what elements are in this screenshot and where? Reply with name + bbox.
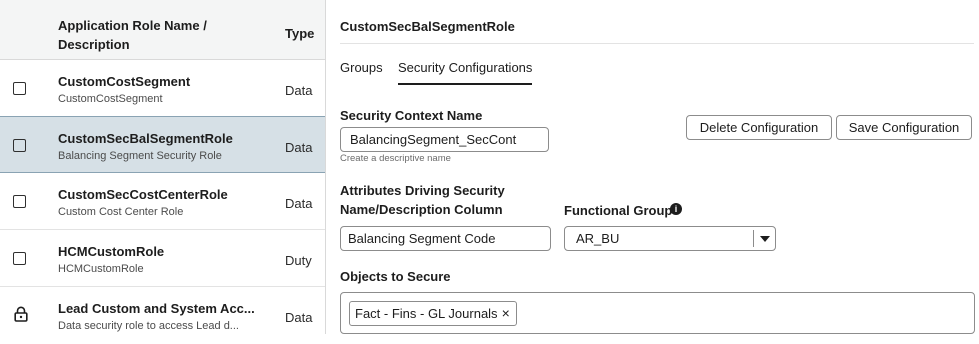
role-type: Data (285, 196, 313, 211)
role-name: HCMCustomRole (58, 244, 165, 259)
role-description: Data security role to access Lead d... (58, 320, 239, 332)
close-icon[interactable]: × (502, 302, 510, 325)
role-name: Lead Custom and System Acc... (58, 301, 255, 316)
attributes-section-label: Attributes Driving Security (340, 183, 505, 198)
table-header: Application Role Name / Description Type (0, 0, 325, 60)
info-icon[interactable]: i (670, 203, 682, 215)
object-chip-label: Fact - Fins - GL Journals (355, 306, 498, 321)
functional-group-value: AR_BU (576, 231, 620, 246)
save-configuration-button[interactable]: Save Configuration (836, 115, 972, 140)
object-chip: Fact - Fins - GL Journals × (349, 301, 517, 326)
roles-table: Application Role Name / Description Type… (0, 0, 326, 344)
role-description: Balancing Segment Security Role (58, 150, 222, 162)
role-type: Data (285, 83, 313, 98)
delete-configuration-button[interactable]: Delete Configuration (686, 115, 832, 140)
tab-groups[interactable]: Groups (340, 60, 383, 83)
objects-to-secure-label: Objects to Secure (340, 269, 451, 284)
role-name: CustomCostSegment (58, 74, 191, 89)
functional-group-select[interactable]: AR_BU (564, 226, 776, 251)
security-context-hint: Create a descriptive name (340, 153, 451, 164)
lock-icon (14, 306, 28, 322)
role-name: CustomSecCostCenterRole (58, 187, 228, 202)
name-description-column-field[interactable]: Balancing Segment Code (340, 226, 551, 251)
objects-to-secure-input[interactable]: Fact - Fins - GL Journals × (340, 292, 975, 334)
table-row[interactable]: CustomCostSegment CustomCostSegment Data (0, 60, 325, 117)
role-description: Custom Cost Center Role (58, 206, 184, 218)
column-header-type[interactable]: Type (285, 26, 314, 41)
row-checkbox[interactable] (13, 195, 26, 208)
tab-security-configurations[interactable]: Security Configurations (398, 60, 533, 85)
detail-title: CustomSecBalSegmentRole (340, 19, 515, 34)
security-context-label: Security Context Name (340, 108, 483, 123)
role-type: Data (285, 310, 313, 325)
divider (340, 43, 974, 44)
row-checkbox[interactable] (13, 139, 26, 152)
column-header-name[interactable]: Application Role Name / Description (58, 16, 258, 54)
table-row[interactable]: CustomSecBalSegmentRole Balancing Segmen… (0, 116, 325, 173)
table-row[interactable]: CustomSecCostCenterRole Custom Cost Cent… (0, 173, 325, 230)
security-context-name-input[interactable]: BalancingSegment_SecCont (340, 127, 549, 152)
functional-group-label: Functional Group (564, 203, 673, 218)
select-divider (753, 230, 754, 247)
row-checkbox[interactable] (13, 252, 26, 265)
role-type: Duty (285, 253, 312, 268)
row-checkbox[interactable] (13, 82, 26, 95)
table-row[interactable]: HCMCustomRole HCMCustomRole Duty (0, 230, 325, 287)
table-row[interactable]: Lead Custom and System Acc... Data secur… (0, 287, 325, 344)
name-description-column-label: Name/Description Column (340, 202, 503, 217)
role-type: Data (285, 140, 313, 155)
role-name: CustomSecBalSegmentRole (58, 131, 233, 146)
chevron-down-icon[interactable] (760, 236, 770, 242)
role-description: HCMCustomRole (58, 263, 144, 275)
role-description: CustomCostSegment (58, 93, 163, 105)
